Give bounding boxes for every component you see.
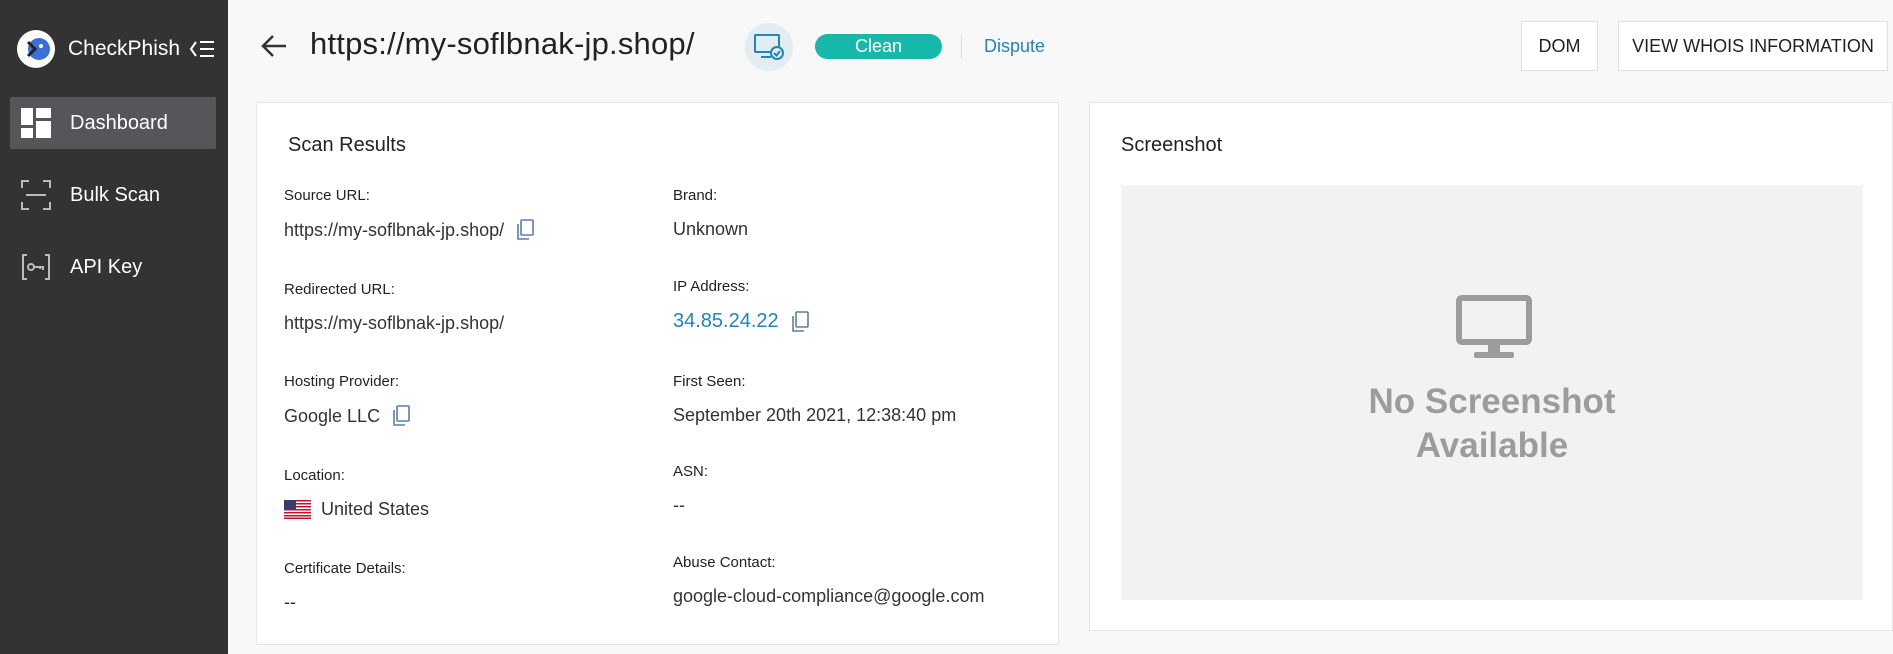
abuse-contact-value: google-cloud-compliance@google.com xyxy=(673,586,985,606)
status-badge: Clean xyxy=(815,34,942,59)
ip-address-link[interactable]: 34.85.24.22 xyxy=(673,310,779,333)
view-whois-button[interactable]: VIEW WHOIS INFORMATION xyxy=(1618,21,1888,71)
asn-field: ASN: -- xyxy=(673,463,708,516)
brand-field: Brand: Unknown xyxy=(673,187,748,240)
sidebar-item-label: Dashboard xyxy=(70,111,168,134)
brand[interactable]: CheckPhish xyxy=(17,30,180,68)
field-label: First Seen: xyxy=(673,373,746,390)
screenshot-card: Screenshot No Screenshot Available xyxy=(1089,102,1893,631)
checkphish-logo-icon xyxy=(17,30,55,68)
location-value: United States xyxy=(321,499,430,519)
certificate-value: -- xyxy=(284,592,296,612)
card-title: Screenshot xyxy=(1121,134,1223,156)
field-value: https://my-soflbnak-jp.shop/ xyxy=(284,219,534,241)
field-value: https://my-soflbnak-jp.shop/ xyxy=(284,313,504,334)
first-seen-field: First Seen: September 20th 2021, 12:38:4… xyxy=(673,373,956,426)
hosting-provider-field: Hosting Provider: Google LLC xyxy=(284,373,410,427)
field-label: ASN: xyxy=(673,463,709,480)
location-field: Location: United States xyxy=(284,467,429,520)
hosting-provider-value: Google LLC xyxy=(284,405,381,426)
sidebar-item-api-key[interactable]: API Key xyxy=(10,241,216,293)
field-label: Redirected URL: xyxy=(284,281,395,298)
field-value: -- xyxy=(673,495,708,516)
copy-icon[interactable] xyxy=(791,310,809,333)
field-value: United States xyxy=(284,499,429,520)
field-value: 34.85.24.22 xyxy=(673,310,809,333)
no-screenshot-line-1: No Screenshot xyxy=(1368,382,1616,421)
no-screenshot-text: No Screenshot Available xyxy=(1121,380,1863,468)
copy-icon[interactable] xyxy=(392,405,410,427)
field-label: Certificate Details: xyxy=(284,560,406,577)
scan-results-card: Scan Results Source URL: https://my-sofl… xyxy=(256,102,1059,645)
ip-address-field: IP Address: 34.85.24.22 xyxy=(673,278,809,333)
dashboard-icon xyxy=(20,107,52,139)
monitor-icon xyxy=(1456,295,1532,361)
back-arrow-icon[interactable] xyxy=(260,32,288,60)
scan-frame-icon xyxy=(20,179,52,211)
brand-name: CheckPhish xyxy=(68,37,181,60)
field-value: google-cloud-compliance@google.com xyxy=(673,586,984,607)
source-url-value: https://my-soflbnak-jp.shop/ xyxy=(284,219,505,240)
source-url-field: Source URL: https://my-soflbnak-jp.shop/ xyxy=(284,187,534,241)
first-seen-value: September 20th 2021, 12:38:40 pm xyxy=(673,405,957,425)
field-label: Abuse Contact: xyxy=(673,554,776,571)
sidebar-item-label: Bulk Scan xyxy=(70,183,161,206)
field-label: Hosting Provider: xyxy=(284,373,400,390)
field-value: Google LLC xyxy=(284,405,410,427)
sidebar-item-dashboard[interactable]: Dashboard xyxy=(10,97,216,149)
sidebar: CheckPhish Dashboard Bulk Scan API Key xyxy=(0,0,228,654)
brand-value: Unknown xyxy=(673,219,749,239)
field-label: Location: xyxy=(284,467,345,484)
divider xyxy=(961,34,962,58)
field-label: IP Address: xyxy=(673,278,750,295)
page-title: https://my-soflbnak-jp.shop/ xyxy=(310,26,695,61)
sidebar-item-label: API Key xyxy=(70,255,143,278)
certificate-field: Certificate Details: -- xyxy=(284,560,406,613)
field-value: -- xyxy=(284,592,406,613)
dispute-link[interactable]: Dispute xyxy=(984,36,1045,57)
field-label: Source URL: xyxy=(284,187,370,204)
redirected-url-value: https://my-soflbnak-jp.shop/ xyxy=(284,313,505,333)
screenshot-placeholder: No Screenshot Available xyxy=(1121,185,1863,600)
copy-icon[interactable] xyxy=(516,219,534,241)
redirected-url-field: Redirected URL: https://my-soflbnak-jp.s… xyxy=(284,281,504,334)
abuse-contact-field: Abuse Contact: google-cloud-compliance@g… xyxy=(673,554,984,607)
no-screenshot-line-2: Available xyxy=(1415,426,1569,465)
field-value: September 20th 2021, 12:38:40 pm xyxy=(673,405,956,426)
verified-monitor-icon xyxy=(745,23,793,71)
sidebar-item-bulk-scan[interactable]: Bulk Scan xyxy=(10,169,216,221)
dom-button[interactable]: DOM xyxy=(1521,21,1598,71)
collapse-menu-icon[interactable] xyxy=(189,37,215,61)
field-value: Unknown xyxy=(673,219,748,240)
key-icon xyxy=(20,251,52,283)
us-flag-icon xyxy=(284,500,311,519)
card-title: Scan Results xyxy=(288,134,406,156)
asn-value: -- xyxy=(673,495,685,515)
field-label: Brand: xyxy=(673,187,718,204)
